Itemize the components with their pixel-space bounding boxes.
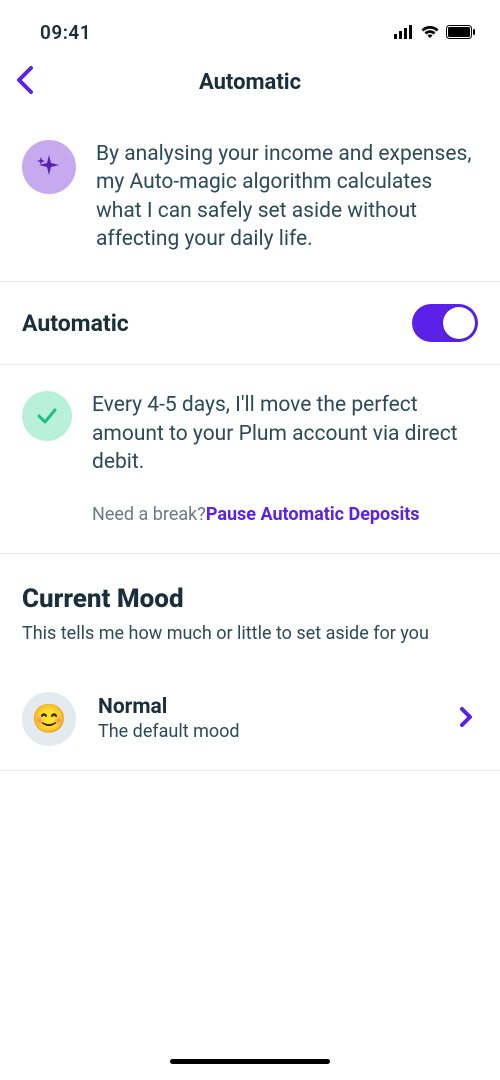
mood-item[interactable]: 😊 Normal The default mood — [0, 668, 500, 771]
mood-emoji-icon: 😊 — [22, 692, 76, 746]
mood-section: Current Mood This tells me how much or l… — [0, 554, 500, 645]
schedule-section: Every 4-5 days, I'll move the perfect am… — [0, 365, 500, 554]
mood-desc: The default mood — [98, 721, 438, 742]
schedule-body: Every 4-5 days, I'll move the perfect am… — [92, 391, 478, 525]
toggle-knob — [443, 307, 475, 339]
status-icons — [394, 25, 476, 39]
pause-link[interactable]: Pause Automatic Deposits — [206, 504, 420, 525]
automatic-label: Automatic — [22, 310, 129, 337]
cellular-icon — [394, 25, 414, 39]
page-title: Automatic — [199, 70, 301, 95]
pause-prompt: Need a break? — [92, 504, 206, 525]
chevron-left-icon — [16, 66, 34, 94]
back-button[interactable] — [8, 58, 42, 106]
schedule-text: Every 4-5 days, I'll move the perfect am… — [92, 391, 478, 476]
wifi-icon — [420, 25, 440, 39]
battery-icon — [446, 25, 476, 39]
page-header: Automatic — [0, 54, 500, 110]
check-icon — [22, 391, 72, 441]
home-indicator[interactable] — [170, 1059, 330, 1064]
pause-row: Need a break?Pause Automatic Deposits — [92, 504, 478, 525]
automatic-toggle[interactable] — [412, 304, 478, 342]
status-bar: 09:41 — [0, 0, 500, 50]
intro-text: By analysing your income and expenses, m… — [96, 140, 478, 253]
intro-section: By analysing your income and expenses, m… — [0, 110, 500, 282]
mood-name: Normal — [98, 695, 438, 719]
mood-text: Normal The default mood — [98, 695, 438, 742]
status-time: 09:41 — [40, 21, 91, 44]
automatic-toggle-row: Automatic — [0, 282, 500, 365]
mood-title: Current Mood — [22, 584, 478, 614]
sparkle-icon — [22, 140, 76, 194]
mood-subtitle: This tells me how much or little to set … — [22, 622, 478, 645]
chevron-right-icon — [460, 707, 478, 731]
